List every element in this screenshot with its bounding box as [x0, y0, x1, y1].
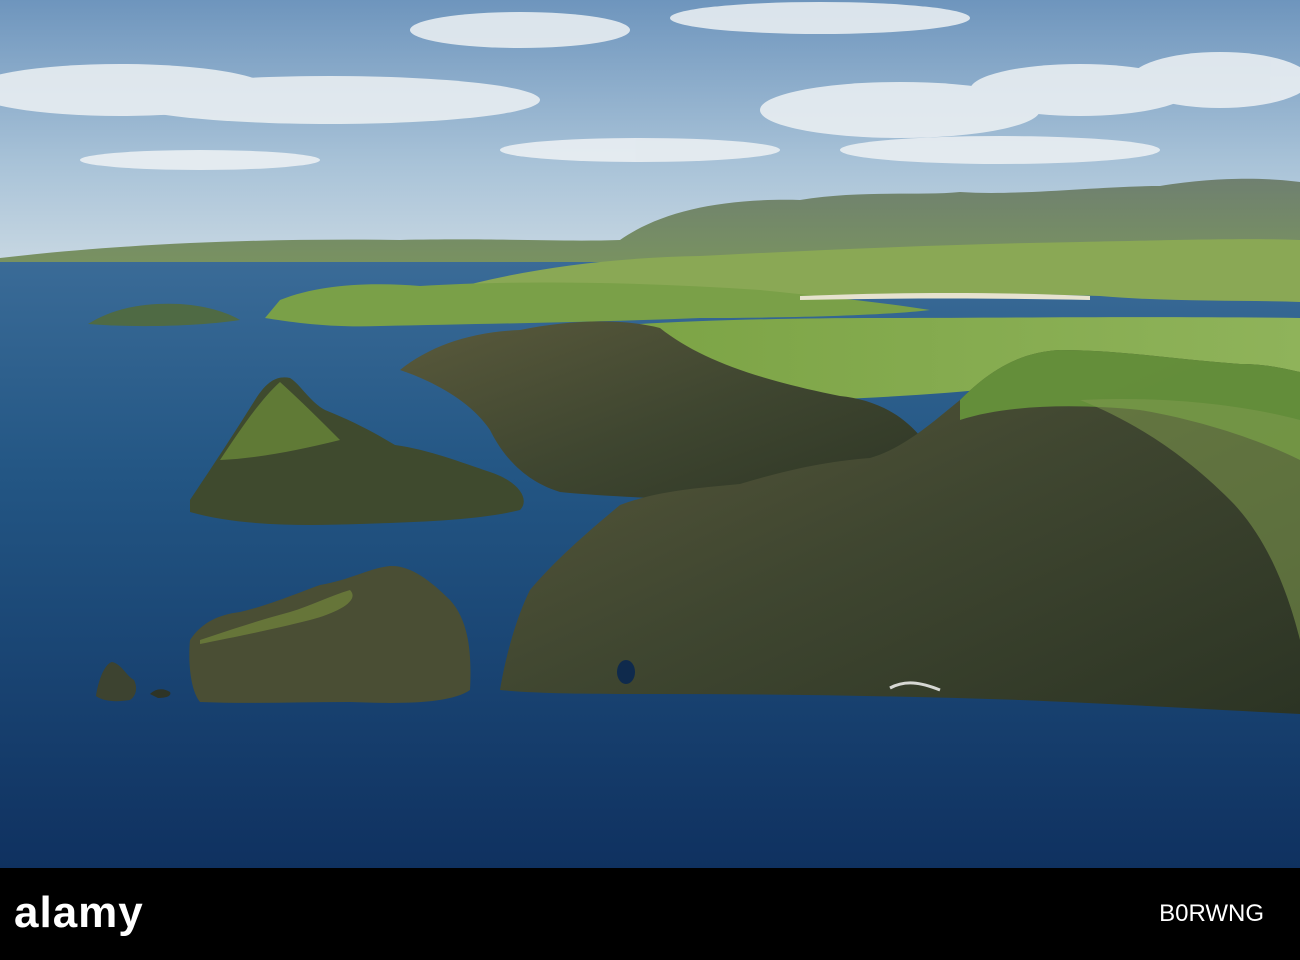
- stock-info-bar: [0, 868, 1300, 960]
- stock-brand-logo: alamy: [14, 888, 144, 937]
- coastal-cliffs-photo: [0, 0, 1300, 868]
- sea-arch: [617, 660, 635, 684]
- stock-image-code: B0RWNG: [1159, 900, 1264, 927]
- image-frame: alamy B0RWNG: [0, 0, 1300, 960]
